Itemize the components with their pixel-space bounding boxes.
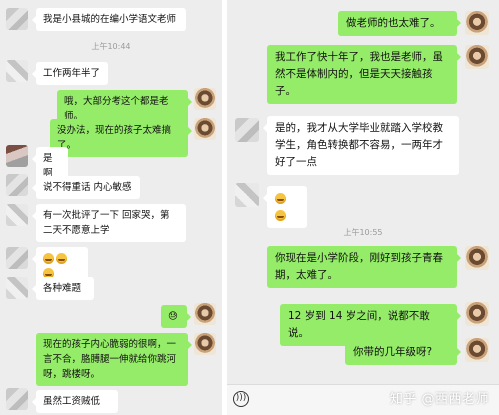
message-text: 现在的孩子内心脆弱的很啊，一言不合，胳膊腿一伸就给你跳河呀，跳楼呀。: [43, 339, 177, 380]
message-bubble: 我是小县城的在编小学语文老师: [32, 8, 186, 31]
message-text: 12 岁到 14 岁之间，说都不敢说。: [288, 310, 430, 339]
user-avatar[interactable]: [465, 338, 489, 362]
message-bubble: 现在的孩子内心脆弱的很啊，一言不合，胳膊腿一伸就给你跳河呀，跳楼呀。: [36, 333, 192, 386]
message-text: 做老师的也太难了。: [346, 17, 441, 29]
contact-avatar[interactable]: [6, 277, 28, 299]
message-bubble: 有一次批评了一下 回家哭，第二天不愿意上学: [32, 204, 186, 242]
laughing-emoji-icon: [275, 192, 286, 204]
contact-avatar[interactable]: [235, 118, 259, 142]
contact-avatar[interactable]: [6, 204, 28, 226]
message-text: 说不得重话 内心敏感: [43, 182, 132, 193]
watermark: 知乎 @西西老师: [389, 392, 489, 407]
message-bubble: 虽然工资贼低: [32, 390, 118, 413]
user-avatar[interactable]: [465, 45, 489, 69]
message-text: 我工作了快十年了，我也是老师，虽然不是体制内的，但是天天接触孩子。: [275, 51, 443, 97]
message-bubble: 工作两年半了: [32, 62, 108, 85]
laughing-emoji-icon: [56, 253, 67, 264]
message-text: 没办法，现在的孩子太难搞了。: [57, 125, 172, 151]
message-text: 你带的几年级呀?: [353, 346, 433, 358]
voice-icon[interactable]: ))): [233, 391, 249, 407]
message-bubble: 😓: [161, 305, 191, 328]
user-avatar[interactable]: [194, 118, 216, 140]
message-text: 😓: [168, 311, 178, 322]
message-text: 工作两年半了: [43, 68, 101, 79]
left-chat-screenshot: 我是小县城的在编小学语文老师 上午10:44 工作两年半了 哦，大部分考这个都是…: [0, 0, 222, 415]
timestamp: 上午10:55: [343, 228, 383, 237]
message-bubble: 我工作了快十年了，我也是老师，虽然不是体制内的，但是天天接触孩子。: [267, 45, 461, 104]
user-avatar[interactable]: [194, 333, 216, 355]
laughing-emoji-icon: [275, 209, 286, 221]
message-bubble: [263, 186, 307, 228]
contact-avatar[interactable]: [6, 174, 28, 196]
user-avatar[interactable]: [465, 302, 489, 326]
contact-avatar[interactable]: [6, 145, 28, 167]
user-avatar[interactable]: [194, 88, 216, 110]
right-chat-screenshot: 做老师的也太难了。 我工作了快十年了，我也是老师，虽然不是体制内的，但是天天接触…: [227, 0, 499, 415]
message-bubble: 是的，我才从大学毕业就踏入学校教学生，角色转换都不容易，一两年才好了一点: [263, 116, 459, 175]
contact-avatar[interactable]: [6, 60, 28, 82]
message-text: 有一次批评了一下 回家哭，第二天不愿意上学: [43, 210, 170, 236]
contact-avatar[interactable]: [235, 183, 259, 207]
message-bubble: 各种难题: [32, 277, 94, 300]
contact-avatar[interactable]: [6, 8, 28, 30]
message-text: 我是小县城的在编小学语文老师: [43, 14, 177, 25]
message-bubble: 你带的几年级呀?: [345, 340, 461, 365]
timestamp: 上午10:44: [91, 42, 131, 51]
user-avatar[interactable]: [465, 246, 489, 270]
laughing-emoji-icon: [43, 253, 54, 264]
message-text: 是的，我才从大学毕业就踏入学校教学生，角色转换都不容易，一两年才好了一点: [275, 122, 443, 168]
message-bubble: 没办法，现在的孩子太难搞了。: [50, 119, 192, 157]
message-text: 虽然工资贼低: [43, 396, 101, 407]
message-bubble: 说不得重话 内心敏感: [32, 176, 140, 199]
contact-avatar[interactable]: [6, 388, 28, 410]
message-bubble: 你现在是小学阶段，刚好到孩子青春期，太难了。: [267, 246, 461, 288]
user-avatar[interactable]: [194, 303, 216, 325]
contact-avatar[interactable]: [6, 247, 28, 269]
message-text: 你现在是小学阶段，刚好到孩子青春期，太难了。: [275, 252, 443, 281]
message-text: 各种难题: [43, 283, 82, 294]
message-bubble: 做老师的也太难了。: [338, 11, 461, 36]
user-avatar[interactable]: [465, 11, 489, 35]
